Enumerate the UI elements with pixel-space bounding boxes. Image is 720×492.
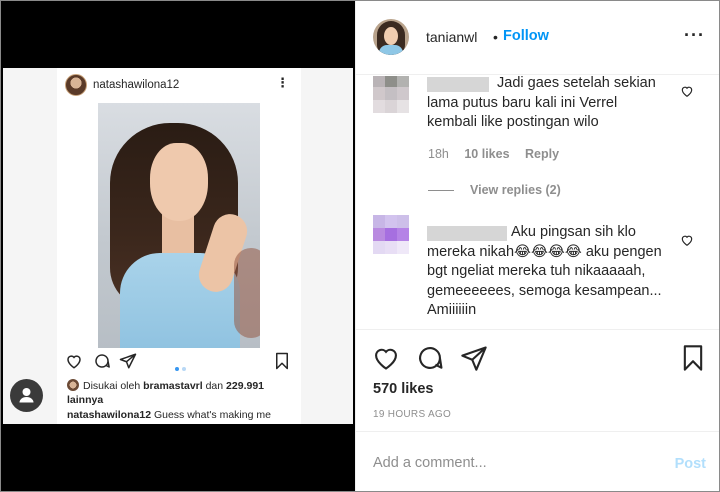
embedded-bookmark-icon xyxy=(276,352,288,370)
follow-button[interactable]: Follow xyxy=(503,28,549,44)
comment-avatar[interactable] xyxy=(373,76,409,114)
comment-likes[interactable]: 10 likes xyxy=(464,147,509,161)
screenshot-image: natashawilona12 ⋮ Disukai oleh bramastav… xyxy=(3,68,353,424)
reply-button[interactable]: Reply xyxy=(525,147,559,161)
bookmark-icon[interactable] xyxy=(679,344,707,372)
post-timestamp[interactable]: 19 HOURS AGO xyxy=(373,409,451,420)
comment-avatar[interactable] xyxy=(373,215,409,255)
comment-like-icon[interactable] xyxy=(680,233,694,247)
embedded-post: natashawilona12 ⋮ Disukai oleh bramastav… xyxy=(57,68,301,424)
embedded-actions xyxy=(57,352,301,372)
post-modal: natashawilona12 ⋮ Disukai oleh bramastav… xyxy=(0,0,720,492)
embedded-share-icon xyxy=(119,353,137,369)
post-comment-button[interactable]: Post xyxy=(675,456,706,472)
comment-input[interactable] xyxy=(373,450,663,476)
embedded-comment-icon xyxy=(95,354,110,368)
embedded-caption: natashawilona12 Guess what's making me xyxy=(67,409,271,421)
embedded-post-header: natashawilona12 ⋮ xyxy=(57,72,301,100)
likes-count[interactable]: 570 likes xyxy=(373,381,433,397)
add-comment-bar: Post xyxy=(356,431,719,491)
more-options-icon[interactable]: ··· xyxy=(684,25,705,46)
embedded-username: natashawilona12 xyxy=(93,79,180,91)
carousel-dots xyxy=(175,358,189,376)
liker-avatar xyxy=(67,379,79,391)
comment-time[interactable]: 18h xyxy=(428,147,449,161)
embedded-more-icon: ⋮ xyxy=(276,75,289,90)
comments-list[interactable]: Jadi gaes setelah sekian lama putus baru… xyxy=(356,76,719,329)
comment-icon[interactable] xyxy=(416,344,444,372)
comment-meta: 18h 10 likes Reply xyxy=(428,147,559,161)
header-separator: • xyxy=(493,29,498,45)
tagged-user-icon[interactable] xyxy=(10,379,43,412)
embedded-liked-by: Disukai oleh bramastavrl dan 229.991 lain… xyxy=(67,379,265,406)
post-media[interactable]: natashawilona12 ⋮ Disukai oleh bramastav… xyxy=(1,1,355,491)
post-actions: 570 likes 19 HOURS AGO xyxy=(356,329,719,431)
embedded-photo xyxy=(98,103,260,348)
author-username[interactable]: tanianwl xyxy=(426,29,477,45)
comment-text: Jadi gaes setelah sekian lama putus baru… xyxy=(427,76,656,130)
embedded-heart-icon xyxy=(67,355,81,369)
comment-text: Aku pingsan sih klo mereka nikah😂😂😂😂 aku… xyxy=(427,224,662,318)
comment-like-icon[interactable] xyxy=(680,84,694,98)
post-header: tanianwl • Follow ··· xyxy=(356,1,719,75)
like-heart-icon[interactable] xyxy=(372,344,400,372)
share-icon[interactable] xyxy=(460,344,488,372)
author-avatar[interactable] xyxy=(373,19,409,55)
embedded-avatar xyxy=(65,74,87,96)
post-side-panel: tanianwl • Follow ··· Jadi gaes setelah … xyxy=(355,1,719,491)
view-replies-button[interactable]: View replies (2) xyxy=(428,183,561,197)
